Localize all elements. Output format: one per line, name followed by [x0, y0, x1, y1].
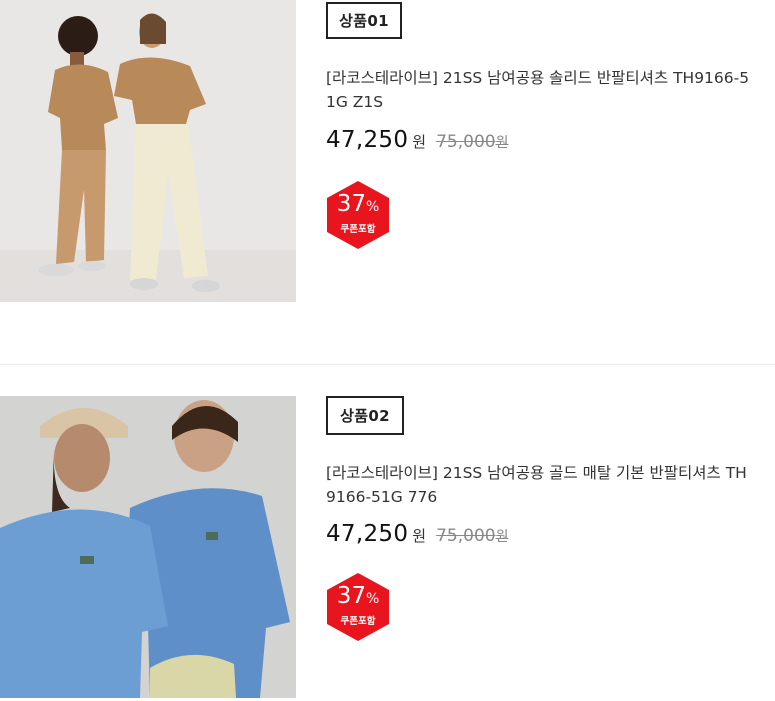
sale-price-unit: 원	[412, 133, 427, 151]
discount-percent-unit: %	[365, 199, 380, 215]
sale-price: 47,250	[326, 127, 409, 153]
sale-price-unit: 원	[412, 527, 427, 545]
original-price-unit: 원	[495, 529, 509, 545]
discount-percent: 37	[336, 583, 366, 609]
price-row: 47,250 원 75,000원	[326, 521, 508, 547]
product-title[interactable]: [라코스테라이브] 21SS 남여공용 골드 매탈 기본 반팔티셔츠 TH916…	[326, 461, 756, 509]
product-card-1[interactable]: 상품01 [라코스테라이브] 21SS 남여공용 솔리드 반팔티셔츠 TH916…	[0, 0, 775, 305]
product-tag: 상품01	[326, 2, 402, 39]
original-price-value: 75,000	[436, 526, 496, 546]
product-tag: 상품02	[326, 396, 404, 435]
discount-note: 쿠폰포함	[340, 224, 376, 235]
discount-badge: 37% 쿠폰포함	[325, 571, 391, 643]
product-title[interactable]: [라코스테라이브] 21SS 남여공용 솔리드 반팔티셔츠 TH9166-51G…	[326, 66, 756, 114]
price-row: 47,250 원 75,000원	[326, 127, 508, 153]
discount-badge: 37% 쿠폰포함	[325, 179, 391, 251]
divider	[0, 364, 775, 365]
sale-price: 47,250	[326, 521, 409, 547]
product-image[interactable]	[0, 0, 296, 302]
original-price-unit: 원	[495, 135, 509, 151]
discount-note: 쿠폰포함	[340, 616, 376, 627]
discount-percent: 37	[336, 191, 366, 217]
original-price: 75,000원	[436, 526, 508, 546]
product-card-2[interactable]: 상품02 [라코스테라이브] 21SS 남여공용 골드 매탈 기본 반팔티셔츠 …	[0, 394, 775, 701]
original-price-value: 75,000	[436, 132, 496, 152]
original-price: 75,000원	[436, 132, 508, 152]
discount-percent-unit: %	[365, 591, 380, 607]
product-image[interactable]	[0, 396, 296, 698]
